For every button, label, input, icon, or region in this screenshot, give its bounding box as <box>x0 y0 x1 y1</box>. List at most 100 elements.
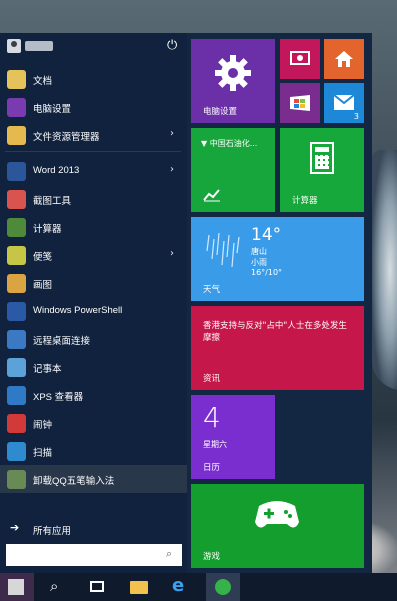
gear-icon <box>215 55 251 91</box>
start-menu-left-pane: ⏻ 文档电脑设置文件资源管理器 › Word 2013 › 截图工具计算器便笺 › 画图 Wi… <box>0 33 187 573</box>
chevron-right-icon[interactable]: › <box>170 128 174 139</box>
chevron-right-icon[interactable]: › <box>170 248 174 259</box>
tile-pc-settings[interactable]: 电脑设置 <box>191 39 275 123</box>
menu-item[interactable]: 远程桌面连接 <box>0 325 187 353</box>
menu-item-label: 扫描 <box>33 448 53 459</box>
app-icon[interactable] <box>206 573 240 601</box>
menu-item[interactable]: 卸载QQ五笔输入法 <box>0 465 187 493</box>
alarm-icon <box>7 414 26 433</box>
menu-item[interactable]: 便笺 › <box>0 241 187 269</box>
menu-item-label: 截图工具 <box>33 196 72 207</box>
tile-video[interactable] <box>280 39 320 79</box>
calculator-icon <box>7 218 26 237</box>
menu-item-label: 文档 <box>33 76 53 87</box>
menu-item-label: 计算器 <box>33 224 62 235</box>
weather-range: 16°/10° <box>251 268 283 277</box>
documents-icon <box>7 70 26 89</box>
search-icon[interactable]: ⌕ <box>40 573 74 601</box>
menu-item[interactable]: 文件资源管理器 › <box>0 121 187 149</box>
menu-item-label: Windows PowerShell <box>33 305 123 316</box>
tile-stock[interactable]: ▼ 中国石油化... <box>191 128 275 212</box>
store-icon <box>290 95 310 111</box>
menu-item[interactable]: 扫描 <box>0 437 187 465</box>
calculator-icon <box>310 142 334 174</box>
sticky-notes-icon <box>7 246 26 265</box>
start-menu: ⏻ 文档 电脑设置 文件资源管理器 › Word 2013 › 截图工具 计算器 便笺 › 画图 Wi… <box>0 33 372 573</box>
calendar-weekday: 星期六 <box>203 440 227 449</box>
divider <box>5 151 181 152</box>
start-icon[interactable] <box>0 573 34 601</box>
tile-label: 游戏 <box>203 552 221 562</box>
menu-item-label: 文件资源管理器 <box>33 132 100 143</box>
tile-mail[interactable]: 3 <box>324 83 364 123</box>
xbox-icon <box>255 501 299 528</box>
tile-store[interactable] <box>280 83 320 123</box>
mail-badge: 3 <box>353 112 359 121</box>
menu-item[interactable]: 计算器 <box>0 213 187 241</box>
stock-headline: ▼ 中国石油化... <box>201 139 258 148</box>
user-name <box>25 41 53 51</box>
remote-desktop-icon <box>7 330 26 349</box>
search-box[interactable]: ⌕ <box>6 544 182 566</box>
arrow-right-icon: ➔ <box>10 521 20 534</box>
snipping-tool-icon <box>7 190 26 209</box>
search-input[interactable] <box>10 547 164 563</box>
tile-weather[interactable]: 14° 唐山 小雨 16°/10° 天气 <box>191 217 364 301</box>
powershell-icon <box>7 302 26 321</box>
calendar-day: 4 <box>203 401 221 434</box>
weather-condition: 小雨 <box>251 258 267 267</box>
menu-item-label: 闹钟 <box>33 420 53 431</box>
search-icon[interactable]: ⌕ <box>166 547 172 561</box>
all-apps-label: 所有应用 <box>33 526 72 537</box>
rain-icon <box>206 232 240 268</box>
news-headline: 香港支持与反对"占中"人士在多处发生摩擦 <box>203 321 347 343</box>
menu-item-label: 画图 <box>33 280 53 291</box>
tile-label: 天气 <box>203 285 221 295</box>
menu-item[interactable]: XPS 查看器 <box>0 381 187 409</box>
home-icon <box>335 51 353 67</box>
weather-temp: 14° <box>251 225 282 245</box>
menu-item[interactable]: 闹钟 <box>0 409 187 437</box>
menu-item[interactable]: 画图 <box>0 269 187 297</box>
menu-item[interactable]: Word 2013 › <box>0 157 187 185</box>
tile-label: 电脑设置 <box>203 107 238 117</box>
mail-icon <box>334 95 354 110</box>
chart-icon <box>203 189 220 202</box>
tile-news[interactable]: 香港支持与反对"占中"人士在多处发生摩擦 资讯 <box>191 306 364 390</box>
user-account[interactable]: ⏻ <box>0 33 187 60</box>
xps-viewer-icon <box>7 386 26 405</box>
file-explorer-icon <box>7 126 26 145</box>
scan-icon <box>7 442 26 461</box>
menu-item-label: 卸载QQ五笔输入法 <box>33 476 115 487</box>
tile-home[interactable] <box>324 39 364 79</box>
tile-label: 资讯 <box>203 374 221 384</box>
uninstall-icon <box>7 470 26 489</box>
paint-icon <box>7 274 26 293</box>
folder-icon[interactable] <box>122 573 156 601</box>
menu-item-label: XPS 查看器 <box>33 392 84 403</box>
tile-xbox[interactable]: 游戏 <box>191 484 364 568</box>
ie-icon[interactable]: e <box>164 573 198 601</box>
menu-item[interactable]: Windows PowerShell <box>0 297 187 325</box>
menu-item-label: Word 2013 <box>33 165 80 176</box>
all-apps-button[interactable]: ➔ 所有应用 <box>0 518 187 540</box>
chevron-right-icon[interactable]: › <box>170 164 174 175</box>
menu-item-label: 便笺 <box>33 252 53 263</box>
taskbar: ⌕ e <box>0 573 397 601</box>
tile-calculator[interactable]: 计算器 <box>280 128 364 212</box>
menu-item[interactable]: 记事本 <box>0 353 187 381</box>
video-icon <box>290 51 310 65</box>
menu-item-label: 远程桌面连接 <box>33 336 91 347</box>
tile-label: 计算器 <box>292 196 318 206</box>
tile-label: 日历 <box>203 463 221 473</box>
menu-item-label: 记事本 <box>33 364 62 375</box>
word-icon <box>7 162 26 181</box>
power-icon[interactable]: ⏻ <box>167 38 177 53</box>
menu-item[interactable]: 电脑设置 <box>0 93 187 121</box>
notepad-icon <box>7 358 26 377</box>
tile-calendar[interactable]: 4 星期六 日历 <box>191 395 275 479</box>
menu-item[interactable]: 截图工具 <box>0 185 187 213</box>
menu-item[interactable]: 文档 <box>0 65 187 93</box>
task-view-icon[interactable] <box>80 573 114 601</box>
wallpaper-decoration <box>372 150 397 390</box>
